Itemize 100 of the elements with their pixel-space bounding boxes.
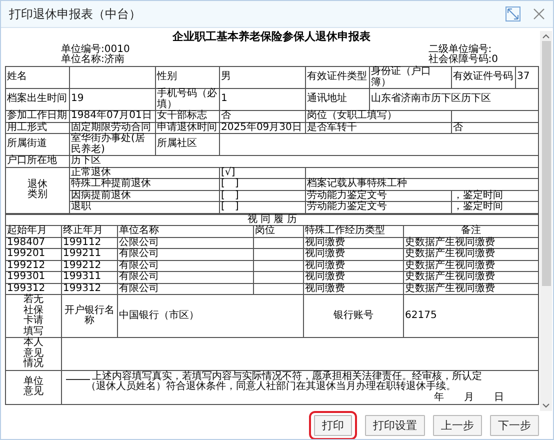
field-label: 有效证件号码 (453, 71, 513, 82)
table-cell: 中国银行（市区） (119, 310, 199, 321)
field-label: 手机号码（必填） (157, 88, 217, 110)
table-cell: [ ] (221, 178, 239, 190)
field-label: 特殊工种提前退休 (71, 178, 151, 190)
table-cell: 男 (221, 71, 231, 82)
table-cell: 199211 (63, 248, 102, 260)
table-cell: 2025年09月30日 (221, 122, 302, 133)
field-label: 正常退休 (71, 166, 111, 178)
table-cell: 有限公司 (119, 260, 159, 271)
table-cell: 史数据产生视同缴费 (405, 271, 495, 282)
table-cell: 视同缴费 (305, 248, 345, 260)
table-cell: 视同缴费 (305, 260, 345, 271)
field-label: 申请退休时间 (157, 122, 217, 133)
table-cell: 19 (71, 93, 84, 104)
table-cell: 史数据产生视同缴费 (405, 282, 495, 294)
table-cell: 视同缴费 (305, 271, 345, 282)
table-cell: 199311 (63, 271, 102, 282)
form-info: 二级单位编号: (428, 44, 492, 55)
window-title: 打印退休申报表（中台） (9, 6, 141, 22)
form-info: 单位名称:济南 (61, 54, 126, 66)
scrollbar[interactable] (540, 31, 552, 411)
dialog-button[interactable]: 下一步 (490, 414, 539, 436)
field-label: 单位意见 (24, 376, 44, 398)
form-title: 企业职工基本养老保险参保人退休申报表 (172, 31, 372, 44)
table-cell: 199112 (63, 236, 102, 248)
dialog-button[interactable]: 打印设置 (365, 414, 425, 436)
dialog-button[interactable]: 上一步 (433, 414, 482, 436)
fill-in-line (66, 379, 90, 380)
field-label: 单位名称 (119, 225, 159, 236)
table-cell: 199312 (7, 282, 46, 294)
table-cell: 劳动能力鉴定文号 (307, 190, 387, 201)
scrollbar-thumb[interactable] (542, 41, 550, 286)
table-cell: 有限公司 (119, 271, 159, 282)
table-cell: 历下区 (71, 155, 101, 166)
table-cell: 198407 (7, 236, 46, 248)
field-label: 用工形式 (7, 122, 47, 133)
table-cell: 1 (221, 93, 228, 104)
table-cell: 37 (517, 71, 530, 82)
date-label: 年 月 日 (434, 392, 506, 404)
table-cell: 有限公司 (119, 248, 159, 260)
table-cell: 档案记载从事特殊工种 (307, 178, 407, 190)
field-label: 姓名 (7, 71, 27, 82)
table-cell: 199312 (63, 282, 102, 294)
column-header: 开户银行名称 (64, 304, 114, 326)
print-button[interactable]: 打印 (314, 414, 352, 436)
scroll-down-icon[interactable] (542, 403, 550, 409)
form-info: 社会保障号码:0 (428, 54, 498, 66)
field-label: 终止年月 (63, 225, 103, 236)
table-cell: [ ] (221, 201, 239, 212)
table-cell: 1984年07月01日 (71, 110, 152, 122)
table-cell: 199201 (7, 248, 46, 260)
field-label: 有效证件类型 (307, 71, 367, 82)
table-cell: 视同缴费 (305, 282, 345, 294)
field-label: 特殊工作经历类型 (305, 225, 385, 236)
field-label: 所属社区 (157, 138, 197, 150)
table-cell: 否 (453, 122, 463, 133)
field-label: 本人意见情况 (24, 338, 44, 370)
field-label: 岗位 (255, 225, 275, 236)
table-cell: ，鉴定时间 (453, 190, 503, 201)
scroll-up-icon[interactable] (542, 33, 550, 39)
field-label: 档案出生时间 (7, 93, 67, 104)
table-cell: 199301 (7, 271, 46, 282)
field-label: 是否军转干 (307, 122, 357, 133)
field-label: 性别 (157, 71, 177, 82)
table-cell: 身份证（户口簿） (371, 66, 431, 88)
field-label: 所属街道 (7, 138, 47, 150)
statement-text: （退休人员姓名）符合退休条件，同意人社部门在其退休当月办理在职转退休手续。 (85, 382, 457, 392)
table-cell: 有限公司 (119, 282, 159, 294)
table-cell: 山东省济南市历下区历下区 (371, 93, 491, 104)
field-label: 参加工作日期 (7, 110, 67, 122)
column-header: 备注 (461, 225, 482, 236)
table-cell: 史数据产生视同缴费 (405, 248, 495, 260)
table-cell: 史数据产生视同缴费 (405, 236, 495, 248)
table-cell: 62175 (405, 310, 437, 321)
table-cell: 劳动能力鉴定文号 (307, 201, 387, 212)
table-cell: 199212 (7, 260, 46, 271)
field-label: 通讯地址 (307, 93, 347, 104)
table-cell: [ ] (221, 190, 239, 201)
table-cell: 公限公司 (119, 236, 159, 248)
field-label: 退职 (71, 201, 91, 212)
column-header: 视 同 履 历 (247, 214, 297, 225)
table-cell: 室华街办事处(居民养老) (71, 133, 145, 155)
fullscreen-icon[interactable] (505, 6, 521, 22)
table-cell: 史数据产生视同缴费 (405, 260, 495, 271)
table-cell: 固定期限劳动合同 (71, 122, 151, 133)
field-label: 退休类别 (28, 180, 48, 201)
table-cell: 199212 (63, 260, 102, 271)
field-label: 户口所在地 (7, 155, 57, 166)
close-icon[interactable] (533, 8, 545, 20)
field-label: 若无社保卡请填写 (24, 295, 44, 337)
form-info: 单位编号:0010 (61, 44, 130, 55)
field-label: 因病提前退休 (71, 190, 131, 201)
field-label: 起始年月 (7, 225, 47, 236)
table-cell: ，鉴定时间 (453, 201, 503, 212)
table-cell: 视同缴费 (305, 236, 345, 248)
table-cell: 否 (221, 110, 231, 122)
statement-text: 上述内容填写真实，若填写内容与实际情况不符，愿承担相关法律责任。经审核，所认定 (92, 372, 482, 382)
table-cell: [√] (221, 166, 236, 178)
field-label: 女干部标志 (157, 110, 207, 122)
